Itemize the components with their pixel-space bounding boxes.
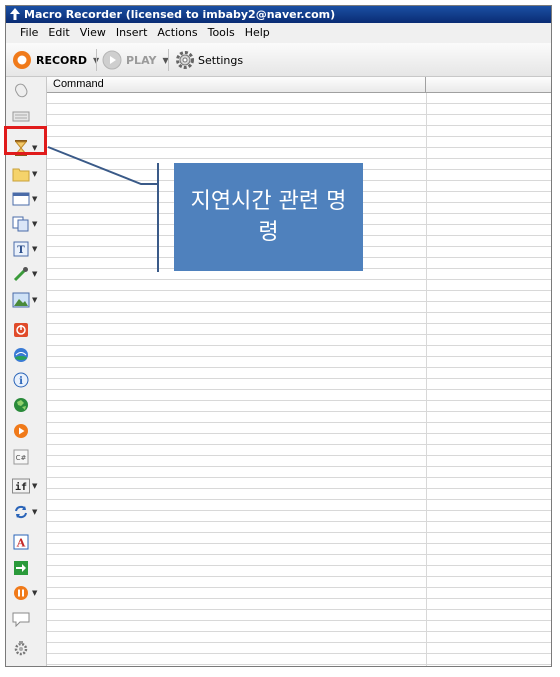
sidebar-item-settings[interactable] xyxy=(9,637,45,659)
record-button[interactable]: RECORD ▼ xyxy=(12,49,99,71)
sidebar-item-shutdown[interactable] xyxy=(9,319,45,341)
app-window: Macro Recorder (licensed to imbaby2@nave… xyxy=(5,5,552,667)
mouse-icon xyxy=(12,81,30,99)
toolbar-separator xyxy=(96,49,97,71)
folder-icon xyxy=(12,165,30,183)
window-title: Macro Recorder (licensed to imbaby2@nave… xyxy=(24,8,336,21)
menu-tools[interactable]: Tools xyxy=(203,23,240,43)
play-macro-icon xyxy=(12,422,30,440)
title-bar: Macro Recorder (licensed to imbaby2@nave… xyxy=(6,6,551,23)
csharp-icon: C# xyxy=(12,448,30,466)
menu-insert[interactable]: Insert xyxy=(111,23,153,43)
loop-icon xyxy=(12,503,30,521)
loop-dropdown-icon[interactable]: ▼ xyxy=(32,508,37,516)
annotation-callout: 지연시간 관련 명령 xyxy=(174,163,363,271)
pause-dropdown-icon[interactable]: ▼ xyxy=(32,589,37,597)
command-sidebar: ▼ ▼ ▼ ▼ T ▼ ▼ ▼ i C# if ▼ ▼ A ▼ xyxy=(6,77,47,666)
sidebar-item-keyboard[interactable] xyxy=(9,104,45,126)
menu-view[interactable]: View xyxy=(75,23,111,43)
folder-dropdown-icon[interactable]: ▼ xyxy=(32,170,37,178)
if-icon: if xyxy=(12,477,30,495)
column-header-command[interactable]: Command xyxy=(47,77,426,92)
sidebar-item-copy[interactable]: ▼ xyxy=(9,213,45,235)
svg-text:C#: C# xyxy=(16,454,27,462)
settings-label: Settings xyxy=(198,53,244,67)
play-icon xyxy=(102,50,122,70)
sidebar-item-run-macro[interactable] xyxy=(9,420,45,442)
svg-text:T: T xyxy=(17,245,25,256)
grid-header: Command xyxy=(47,77,551,93)
sidebar-item-comment[interactable] xyxy=(9,608,45,630)
window-icon xyxy=(12,190,30,208)
sidebar-item-image[interactable]: ▼ xyxy=(9,289,45,311)
sidebar-item-info[interactable]: i xyxy=(9,369,45,391)
menu-edit[interactable]: Edit xyxy=(43,23,74,43)
record-label: RECORD xyxy=(36,53,88,67)
sidebar-item-csharp[interactable]: C# xyxy=(9,446,45,468)
sidebar-item-folder[interactable]: ▼ xyxy=(9,163,45,185)
color-dropdown-icon[interactable]: ▼ xyxy=(32,270,37,278)
comment-icon xyxy=(12,610,30,628)
text-dropdown-icon[interactable]: ▼ xyxy=(32,245,37,253)
play-button[interactable]: PLAY ▼ xyxy=(102,49,169,71)
svg-text:i: i xyxy=(19,376,23,387)
globe-icon xyxy=(12,396,30,414)
record-icon xyxy=(13,51,31,69)
column-header-extra[interactable] xyxy=(426,77,551,92)
pause-icon xyxy=(12,584,30,602)
svg-text:if: if xyxy=(15,481,27,493)
keyboard-icon xyxy=(12,106,30,124)
settings-gear-icon xyxy=(176,51,194,69)
menu-file[interactable]: File xyxy=(6,23,43,43)
label-icon: A xyxy=(12,533,30,551)
menu-bar: File Edit View Insert Actions Tools Help xyxy=(6,23,551,43)
column-divider xyxy=(426,93,427,666)
toolbar-separator xyxy=(168,49,169,71)
if-dropdown-icon[interactable]: ▼ xyxy=(32,482,37,490)
sidebar-item-globe[interactable] xyxy=(9,394,45,416)
svg-text:A: A xyxy=(16,537,26,550)
sidebar-item-text[interactable]: T ▼ xyxy=(9,238,45,260)
shutdown-icon xyxy=(12,321,30,339)
image-dropdown-icon[interactable]: ▼ xyxy=(32,296,37,304)
eyedropper-icon xyxy=(12,265,30,283)
settings-button[interactable]: Settings xyxy=(174,49,243,71)
sidebar-item-pause[interactable]: ▼ xyxy=(9,582,45,604)
toolbar: RECORD ▼ PLAY ▼ Settings xyxy=(6,43,551,77)
app-icon xyxy=(10,8,20,20)
copy-icon xyxy=(12,215,30,233)
info-icon: i xyxy=(12,371,30,389)
copy-dropdown-icon[interactable]: ▼ xyxy=(32,220,37,228)
menu-help[interactable]: Help xyxy=(240,23,275,43)
sidebar-item-if[interactable]: if ▼ xyxy=(9,475,45,497)
sidebar-item-label[interactable]: A xyxy=(9,531,45,553)
sidebar-item-web[interactable] xyxy=(9,344,45,366)
sidebar-item-color[interactable]: ▼ xyxy=(9,263,45,285)
sidebar-item-loop[interactable]: ▼ xyxy=(9,501,45,523)
goto-icon xyxy=(12,559,30,577)
sidebar-item-mouse[interactable] xyxy=(9,79,45,101)
web-icon xyxy=(12,346,30,364)
highlight-box xyxy=(4,126,47,155)
image-icon xyxy=(12,291,30,309)
sidebar-item-goto[interactable] xyxy=(9,557,45,579)
menu-actions[interactable]: Actions xyxy=(152,23,202,43)
window-dropdown-icon[interactable]: ▼ xyxy=(32,195,37,203)
settings-gear-icon xyxy=(12,639,30,657)
sidebar-item-window[interactable]: ▼ xyxy=(9,188,45,210)
play-label: PLAY xyxy=(126,53,157,67)
text-icon: T xyxy=(12,240,30,258)
